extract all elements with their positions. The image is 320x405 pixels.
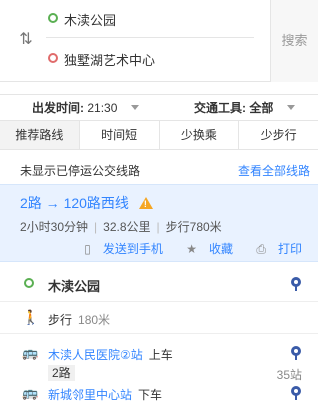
location-pin-icon[interactable] <box>290 346 302 360</box>
transport-tool-select[interactable]: 交通工具: 全部 <box>194 99 295 116</box>
stop-count[interactable]: 35站 <box>277 366 302 383</box>
walk-distance: 步行780米 <box>165 220 222 234</box>
duration: 2小时30分钟 <box>20 220 89 234</box>
route-plan-card[interactable]: 2路 → 120路西线 ! 2小时30分钟 | 32.8公里 | 步行780米 ▯ 发送到… <box>0 184 318 262</box>
step-walk: 🚶 步行 180米 <box>0 302 318 334</box>
route-plan-meta: 2小时30分钟 | 32.8公里 | 步行780米 <box>20 220 222 234</box>
board-stop[interactable]: 木渎人民医院②站 上车 <box>48 346 173 363</box>
tab-recommended[interactable]: 推荐路线 <box>0 121 80 149</box>
end-location[interactable]: 独墅湖艺术中心 <box>64 50 155 69</box>
tab-less-walking[interactable]: 少步行 <box>239 121 318 149</box>
location-pin-icon[interactable] <box>290 386 302 400</box>
option-bar: 出发时间: 21:30 交通工具: 全部 <box>0 94 318 120</box>
favorite-label: 收藏 <box>209 242 234 256</box>
notice-bar: 未显示已停运公交线路 查看全部线路 <box>0 158 318 182</box>
board-action: 上车 <box>148 348 173 362</box>
distance: 32.8公里 <box>103 220 151 234</box>
tool-value: 全部 <box>249 101 274 115</box>
walk-dist: 180米 <box>78 313 111 327</box>
bus-icon: 🚌 <box>22 345 39 360</box>
bus-icon: 🚌 <box>22 385 39 400</box>
end-field[interactable]: 独墅湖艺术中心 <box>46 40 254 78</box>
search-button[interactable]: 搜索 <box>271 0 318 82</box>
bus-line-badge[interactable]: 2路 <box>48 365 75 381</box>
printer-icon: ⎙ <box>256 242 266 256</box>
route-tabs: 推荐路线 时间短 少换乘 少步行 <box>0 120 318 150</box>
send-label: 发送到手机 <box>102 242 163 256</box>
star-icon: ★ <box>186 242 198 256</box>
step-start-name: 木渎公园 <box>48 279 101 294</box>
print-label: 打印 <box>277 242 302 256</box>
alight-action: 下车 <box>138 388 163 402</box>
route-input-box: ⇅ 木渎公园 独墅湖艺术中心 搜索 <box>0 0 318 82</box>
view-all-lines-link[interactable]: 查看全部线路 <box>238 162 310 179</box>
route-plan-lines: 2路 → 120路西线 <box>20 195 129 211</box>
phone-icon: ▯ <box>84 242 91 256</box>
chevron-down-icon <box>130 105 139 110</box>
board-stop-name[interactable]: 木渎人民医院②站 <box>48 348 143 362</box>
swap-icon[interactable]: ⇅ <box>16 30 36 50</box>
warning-icon: ! <box>138 197 153 209</box>
route-steps: 木渎公园 🚶 步行 180米 🚌 木渎人民医院②站 上车 2路 35站 🚌 新城邻里… <box>0 264 318 405</box>
tool-label: 交通工具: <box>194 101 246 115</box>
departure-label: 出发时间: <box>32 101 84 115</box>
route-plan-title[interactable]: 2路 → 120路西线 ! <box>20 193 153 213</box>
alight-stop-name[interactable]: 新城邻里中心站 <box>48 388 132 402</box>
start-dot-icon <box>48 13 58 23</box>
end-dot-icon <box>48 53 58 63</box>
chevron-down-icon <box>286 105 295 110</box>
tab-fewer-transfers[interactable]: 少换乘 <box>160 121 240 149</box>
favorite-button[interactable]: ★ 收藏 <box>176 242 233 256</box>
step-walk-text: 步行 180米 <box>48 311 110 328</box>
start-field[interactable]: 木渎公园 <box>46 0 254 38</box>
tab-shortest-time[interactable]: 时间短 <box>80 121 160 149</box>
walk-label: 步行 <box>48 313 73 327</box>
step-alight: 🚌 新城邻里中心站 下车 <box>0 382 318 405</box>
departure-time-select[interactable]: 出发时间: 21:30 <box>32 99 139 116</box>
step-board: 🚌 木渎人民医院②站 上车 2路 35站 <box>0 336 318 383</box>
step-start: 木渎公园 <box>0 264 318 302</box>
transit-route-panel: ⇅ 木渎公园 独墅湖艺术中心 搜索 出发时间: 21:30 交通工具: 全部 推… <box>0 0 318 405</box>
plan-actions: ▯ 发送到手机 ★ 收藏 ⎙ 打印 <box>64 240 302 257</box>
print-button[interactable]: ⎙ 打印 <box>246 242 302 256</box>
notice-text: 未显示已停运公交线路 <box>20 164 141 178</box>
start-circle-icon <box>22 277 36 291</box>
send-to-phone-button[interactable]: ▯ 发送到手机 <box>74 242 163 256</box>
start-location[interactable]: 木渎公园 <box>64 10 116 29</box>
departure-value: 21:30 <box>87 101 118 115</box>
location-pin-icon[interactable] <box>290 277 302 291</box>
alight-stop[interactable]: 新城邻里中心站 下车 <box>48 386 162 403</box>
walking-person-icon: 🚶 <box>22 309 40 325</box>
